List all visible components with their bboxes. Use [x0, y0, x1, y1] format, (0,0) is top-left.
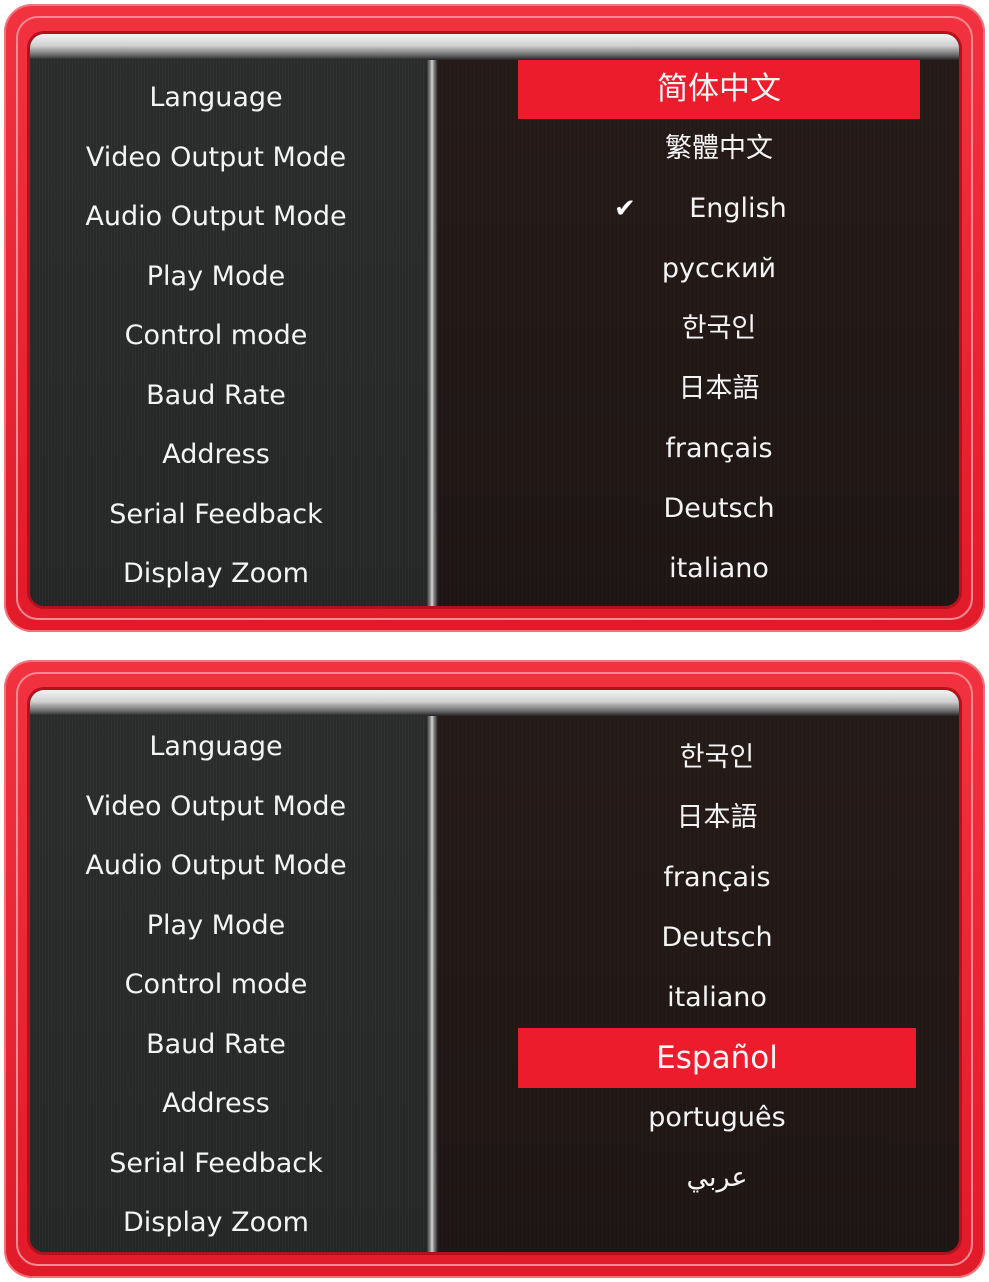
language-option-arabic[interactable]: عربي	[518, 1148, 916, 1208]
menu-item-control-mode[interactable]: Control mode	[30, 306, 402, 366]
language-option-label: 日本語	[676, 802, 758, 833]
language-options-pane: русский 한국인 日本語 français Deutsch italian…	[438, 690, 959, 1252]
menu-item-audio-output-mode[interactable]: Audio Output Mode	[30, 187, 402, 247]
language-option-portuguese[interactable]: português	[518, 1088, 916, 1148]
language-option-label: 简体中文	[657, 71, 781, 107]
language-option-label: Español	[656, 1040, 778, 1076]
language-option-label: عربي	[686, 1162, 748, 1193]
menu-item-serial-feedback[interactable]: Serial Feedback	[30, 485, 402, 545]
settings-panel-top: Language Video Output Mode Audio Output …	[4, 4, 985, 632]
language-option-label: 日本語	[678, 373, 760, 404]
language-option-korean[interactable]: 한국인	[518, 299, 920, 359]
language-option-german[interactable]: Deutsch	[518, 908, 916, 968]
menu-item-video-output-mode[interactable]: Video Output Mode	[30, 777, 402, 837]
language-option-label: русский	[661, 253, 777, 284]
settings-menu: Language Video Output Mode Audio Output …	[30, 717, 402, 1252]
language-option-english[interactable]: ✔ English	[518, 179, 920, 239]
menu-item-language[interactable]: Language	[30, 68, 402, 128]
menu-item-address[interactable]: Address	[30, 425, 402, 485]
menu-item-baud-rate[interactable]: Baud Rate	[30, 1015, 402, 1075]
language-list: русский 한국인 日本語 français Deutsch italian…	[518, 690, 916, 1208]
settings-menu: Language Video Output Mode Audio Output …	[30, 68, 402, 604]
language-option-label: English	[689, 193, 787, 224]
language-option-label: italiano	[667, 982, 767, 1013]
menu-item-language[interactable]: Language	[30, 717, 402, 777]
checkmark-icon: ✔	[614, 194, 636, 224]
language-options-pane: 简体中文 繁體中文 ✔ English русский 한국인 日本語 franç…	[438, 34, 959, 606]
pane-divider	[426, 34, 438, 606]
pane-divider	[426, 690, 438, 1252]
language-option-russian[interactable]: русский	[518, 239, 920, 299]
menu-item-audio-output-mode[interactable]: Audio Output Mode	[30, 836, 402, 896]
settings-screen-bottom: Language Video Output Mode Audio Output …	[30, 690, 959, 1252]
language-option-label: Deutsch	[663, 493, 775, 524]
settings-menu-pane: Language Video Output Mode Audio Output …	[30, 690, 428, 1252]
language-option-label: 한국인	[679, 742, 755, 773]
language-option-italian[interactable]: italiano	[518, 539, 920, 599]
language-option-label: italiano	[669, 553, 769, 584]
menu-item-display-zoom[interactable]: Display Zoom	[30, 544, 402, 604]
language-option-italian[interactable]: italiano	[518, 968, 916, 1028]
top-bevel-bar	[30, 34, 959, 60]
menu-item-play-mode[interactable]: Play Mode	[30, 896, 402, 956]
language-option-label: 繁體中文	[665, 133, 773, 164]
language-option-japanese[interactable]: 日本語	[518, 788, 916, 848]
language-option-spanish[interactable]: Español	[518, 1028, 916, 1088]
top-bevel-bar	[30, 690, 959, 716]
language-option-simplified-chinese[interactable]: 简体中文	[518, 59, 920, 119]
language-option-label: português	[648, 1102, 786, 1133]
menu-item-serial-feedback[interactable]: Serial Feedback	[30, 1134, 402, 1194]
menu-item-video-output-mode[interactable]: Video Output Mode	[30, 128, 402, 188]
menu-item-play-mode[interactable]: Play Mode	[30, 247, 402, 307]
settings-menu-pane: Language Video Output Mode Audio Output …	[30, 34, 428, 606]
menu-item-display-zoom[interactable]: Display Zoom	[30, 1193, 402, 1252]
language-option-french[interactable]: français	[518, 848, 916, 908]
menu-item-baud-rate[interactable]: Baud Rate	[30, 366, 402, 426]
menu-item-address[interactable]: Address	[30, 1074, 402, 1134]
language-option-korean[interactable]: 한국인	[518, 728, 916, 788]
language-option-label: 한국인	[681, 313, 757, 344]
language-option-label: Deutsch	[661, 922, 773, 953]
menu-item-control-mode[interactable]: Control mode	[30, 955, 402, 1015]
language-option-japanese[interactable]: 日本語	[518, 359, 920, 419]
language-option-label: français	[665, 433, 773, 464]
settings-screen-top: Language Video Output Mode Audio Output …	[30, 34, 959, 606]
language-list: 简体中文 繁體中文 ✔ English русский 한국인 日本語 franç…	[518, 59, 920, 599]
language-option-traditional-chinese[interactable]: 繁體中文	[518, 119, 920, 179]
settings-panel-bottom: Language Video Output Mode Audio Output …	[4, 660, 985, 1278]
language-option-french[interactable]: français	[518, 419, 920, 479]
language-option-label: français	[663, 862, 771, 893]
language-option-german[interactable]: Deutsch	[518, 479, 920, 539]
